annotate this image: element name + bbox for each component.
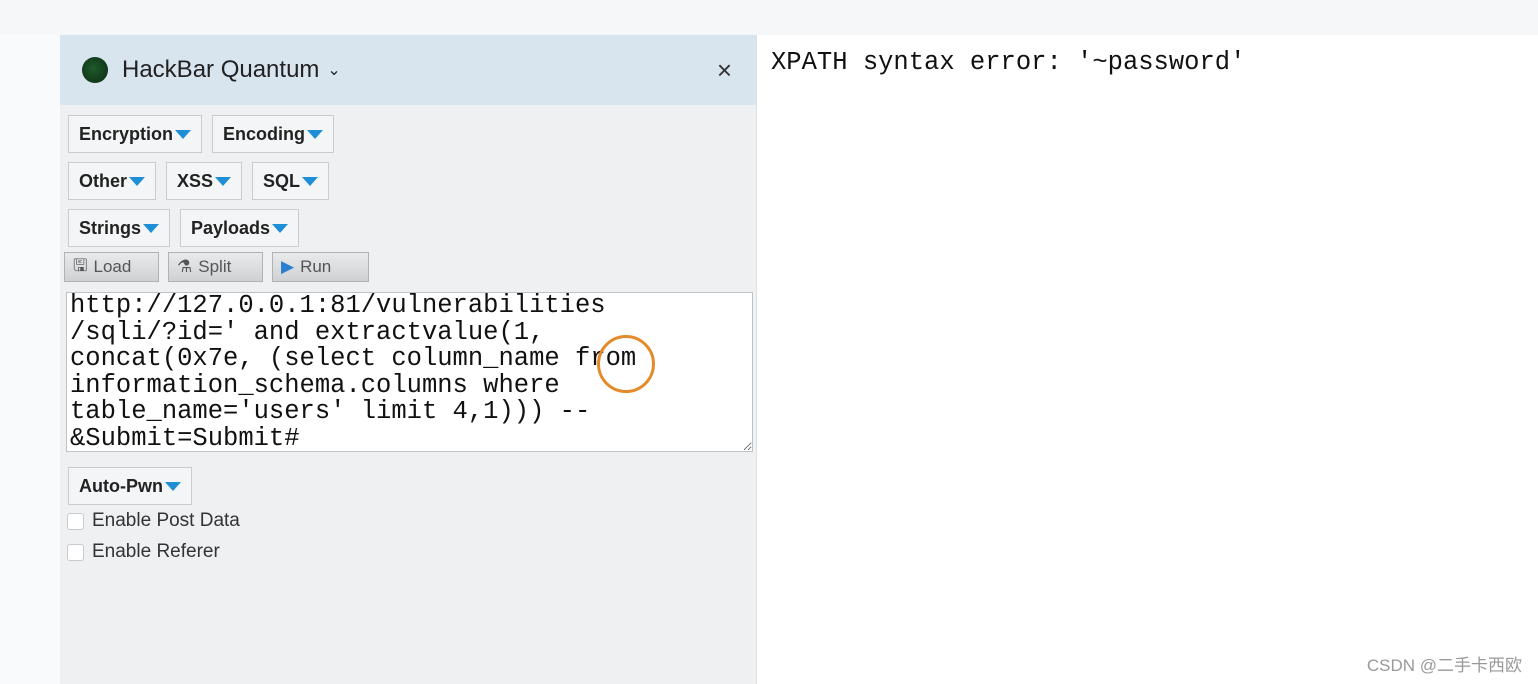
- load-icon: 🖫: [73, 255, 88, 275]
- page-result-text: XPATH syntax error: '~password': [771, 48, 1246, 77]
- dropdown-arrow-icon: [129, 176, 146, 186]
- hackbar-title[interactable]: HackBar Quantum: [122, 56, 319, 84]
- menu-encryption[interactable]: Encryption: [68, 115, 203, 153]
- checkbox[interactable]: [67, 543, 84, 561]
- hackbar-panel: HackBar Quantum ⌄ × Encryption Encoding …: [60, 35, 757, 684]
- menu-auto-pwn[interactable]: Auto-Pwn: [68, 467, 192, 505]
- dropdown-arrow-icon: [302, 176, 319, 186]
- dropdown-arrow-icon: [272, 223, 289, 233]
- run-label: Run: [300, 257, 332, 276]
- dropdown-arrow-icon: [164, 481, 181, 491]
- watermark: CSDN @二手卡西欧: [1366, 656, 1522, 675]
- chevron-down-icon[interactable]: ⌄: [327, 60, 340, 80]
- split-icon: ⚗: [177, 257, 193, 276]
- menu-xss[interactable]: XSS: [166, 162, 243, 200]
- split-label: Split: [198, 257, 232, 276]
- enable-post-data-checkbox[interactable]: Enable Post Data: [67, 510, 240, 532]
- menu-strings[interactable]: Strings: [68, 209, 171, 247]
- close-icon[interactable]: ×: [717, 55, 732, 86]
- dropdown-arrow-icon: [215, 176, 232, 186]
- checkbox[interactable]: [67, 512, 84, 530]
- load-label: Load: [93, 257, 132, 276]
- menu-other[interactable]: Other: [68, 162, 157, 200]
- hackbar-header: HackBar Quantum ⌄ ×: [60, 35, 756, 105]
- menu-label: SQL: [263, 170, 301, 191]
- run-icon: ▶: [281, 257, 295, 276]
- menu-label: Strings: [79, 217, 142, 238]
- dropdown-arrow-icon: [307, 129, 324, 139]
- menu-payloads[interactable]: Payloads: [180, 209, 300, 247]
- checkbox-label: Enable Post Data: [92, 510, 240, 531]
- menu-encoding[interactable]: Encoding: [212, 115, 335, 153]
- highlight-circle: [597, 335, 655, 393]
- checkbox-label: Enable Referer: [92, 541, 220, 562]
- run-button[interactable]: ▶ Run: [272, 252, 369, 282]
- menu-sql[interactable]: SQL: [252, 162, 330, 200]
- left-gutter: [0, 35, 60, 684]
- menu-label: Encoding: [223, 123, 306, 144]
- menu-label: Encryption: [79, 123, 174, 144]
- browser-top-strip: [0, 0, 1538, 35]
- hackbar-logo-icon: [82, 57, 108, 83]
- menu-label: Other: [79, 170, 128, 191]
- split-button[interactable]: ⚗ Split: [168, 252, 263, 282]
- dropdown-arrow-icon: [143, 223, 160, 233]
- menu-label: Payloads: [191, 217, 271, 238]
- load-button[interactable]: 🖫 Load: [64, 252, 159, 282]
- enable-referer-checkbox[interactable]: Enable Referer: [67, 541, 220, 563]
- dropdown-arrow-icon: [175, 129, 192, 139]
- menu-label: Auto-Pwn: [79, 475, 163, 496]
- menu-label: XSS: [177, 170, 214, 191]
